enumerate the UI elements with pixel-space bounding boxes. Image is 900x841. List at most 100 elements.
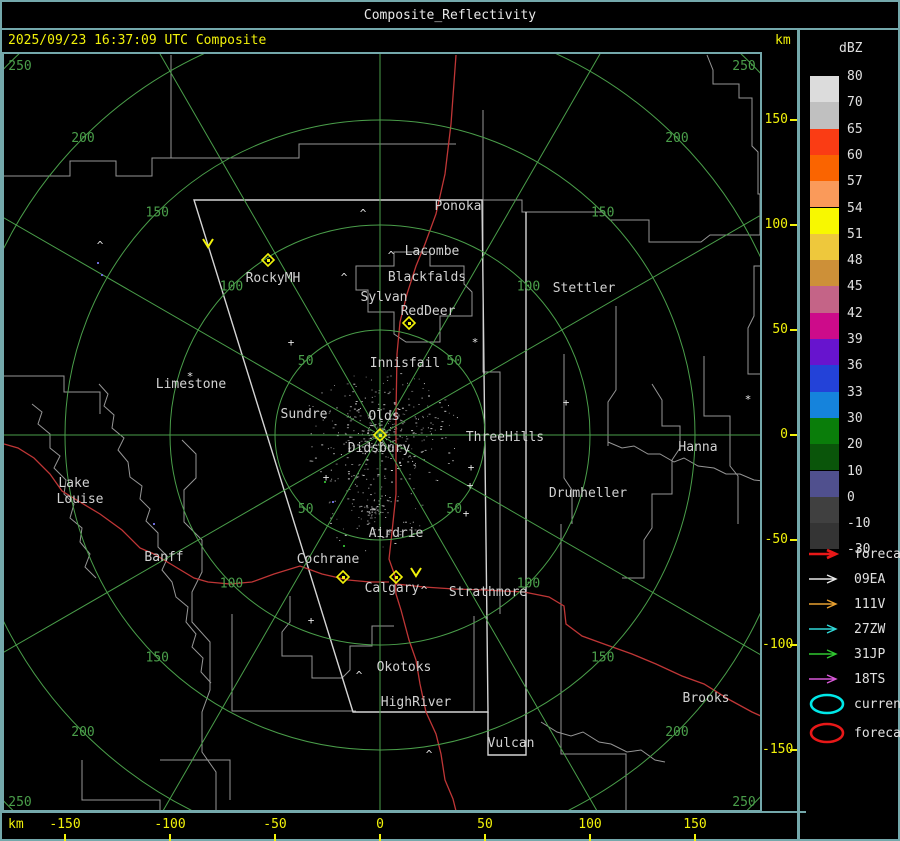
- legend-item-27ZW: 27ZW: [808, 616, 885, 642]
- ground-clutter-speck: [421, 504, 424, 506]
- ground-clutter-speck: [349, 406, 352, 408]
- ring-distance-label: 250: [8, 59, 31, 74]
- ground-clutter-speck: [396, 438, 399, 440]
- ground-clutter-speck: [406, 438, 409, 440]
- ground-clutter-speck: [447, 463, 450, 464]
- ground-clutter-speck: [355, 416, 357, 418]
- ground-clutter-speck: [347, 424, 350, 426]
- ground-clutter-speck: [368, 438, 370, 440]
- ground-clutter-speck: [362, 474, 365, 476]
- ground-clutter-speck: [310, 433, 312, 435]
- town-label: ThreeHills: [466, 430, 544, 445]
- ground-clutter-speck: [321, 444, 324, 446]
- ground-clutter-speck: [387, 456, 389, 458]
- track-arrow-icon: [809, 548, 840, 560]
- ground-clutter-speck: [347, 471, 350, 473]
- obs-station-marker: ^: [341, 271, 348, 284]
- town-label: Ponoka: [435, 199, 482, 214]
- ground-clutter-speck: [330, 522, 332, 524]
- ground-clutter-speck: [376, 506, 378, 508]
- colorbar-legend-panel: dBZ 80 70 65 60 57 54 51 48 45 42 39 36 33 30 20 10 0 -10…: [806, 29, 900, 841]
- ground-clutter-speck: [373, 500, 375, 502]
- ground-clutter-speck: [401, 423, 404, 425]
- ground-clutter-speck: [437, 417, 439, 419]
- ground-clutter-speck: [430, 433, 432, 435]
- ring-distance-label: 200: [665, 131, 688, 146]
- ground-clutter-speck: [385, 495, 386, 497]
- town-label: Lake: [58, 476, 89, 491]
- ground-clutter-speck: [365, 550, 367, 552]
- ground-clutter-speck: [353, 408, 356, 410]
- ground-clutter-speck: [400, 419, 402, 421]
- ground-clutter-speck: [408, 398, 410, 400]
- ground-clutter-speck: [441, 437, 444, 439]
- storm-ellipse-icon: [809, 693, 845, 715]
- ground-clutter-speck: [413, 465, 416, 466]
- ground-clutter-speck: [370, 494, 372, 496]
- right-axis-tick-label: 100: [764, 217, 788, 232]
- ground-clutter-speck: [389, 429, 391, 431]
- ground-clutter-speck: [336, 407, 338, 409]
- ground-clutter-speck: [441, 421, 444, 423]
- ground-clutter-speck: [422, 417, 424, 419]
- ground-clutter-speck: [346, 457, 349, 459]
- ground-clutter-speck: [413, 456, 416, 458]
- ground-clutter-speck: [357, 433, 359, 434]
- town-label: RockyMH: [246, 271, 301, 286]
- colorbar-swatch: [810, 417, 839, 445]
- ground-clutter-speck: [387, 512, 389, 514]
- ground-clutter-speck: [400, 478, 403, 480]
- ground-clutter-speck: [414, 467, 416, 469]
- ground-clutter-speck: [414, 378, 415, 380]
- arrow-glyph: [809, 599, 838, 609]
- ground-clutter-speck: [411, 448, 413, 450]
- ground-clutter-speck: [338, 432, 339, 434]
- ground-clutter-speck: [423, 439, 425, 441]
- ring-distance-label: 150: [591, 651, 614, 666]
- ground-clutter-speck: [357, 491, 359, 493]
- ground-clutter-speck: [384, 509, 386, 510]
- ground-clutter-speck: [355, 403, 357, 405]
- radar-map-display[interactable]: 50 50 50 50 100 100 100 100 150 150 150 150 200 200 20…: [0, 0, 900, 841]
- ground-clutter-speck: [329, 409, 331, 411]
- ground-clutter-speck: [314, 457, 317, 459]
- right-axis-tick-label: 0: [780, 427, 788, 442]
- ground-clutter-speck: [402, 458, 404, 460]
- ground-clutter-speck: [394, 433, 396, 435]
- ground-clutter-speck: [329, 480, 332, 482]
- bottom-axis-tick-label: 50: [477, 817, 493, 832]
- ground-clutter-speck: [367, 520, 369, 522]
- ground-clutter-speck: [376, 509, 379, 511]
- ground-clutter-speck: [369, 437, 372, 439]
- legend-item-forecast: forecast: [808, 720, 900, 746]
- ground-clutter-speck: [336, 537, 338, 539]
- ground-clutter-speck: [402, 384, 404, 386]
- ground-clutter-speck: [372, 431, 374, 433]
- ground-clutter-speck: [402, 413, 404, 415]
- arrow-glyph: [809, 674, 838, 684]
- ground-clutter-speck: [353, 506, 355, 507]
- colorbar-value-label: 45: [847, 279, 863, 295]
- ground-clutter-speck: [423, 383, 425, 385]
- ground-clutter-speck: [374, 395, 376, 397]
- ground-clutter-speck: [334, 500, 336, 502]
- ground-clutter-speck: [368, 427, 370, 428]
- ground-clutter-speck: [432, 439, 434, 440]
- ground-clutter-speck: [383, 404, 386, 406]
- ground-clutter-speck: [410, 457, 412, 459]
- ground-clutter-speck: [373, 436, 375, 438]
- obs-station-marker: +: [308, 614, 315, 627]
- window-titlebar[interactable]: Composite_Reflectivity: [2, 2, 898, 28]
- ground-clutter-speck: [355, 386, 357, 387]
- ground-clutter-speck: [329, 501, 331, 503]
- right-axis-tick: [790, 119, 797, 121]
- ground-clutter-speck: [349, 489, 351, 490]
- ground-clutter-speck: [352, 499, 355, 501]
- ground-clutter-speck: [399, 430, 402, 432]
- ground-clutter-speck: [336, 518, 338, 520]
- colorbar-swatch: [810, 339, 839, 366]
- radar-site-center-dot: [342, 576, 345, 579]
- ground-clutter-speck: [369, 512, 371, 514]
- ground-clutter-speck: [445, 437, 447, 439]
- ground-clutter-speck: [343, 443, 346, 445]
